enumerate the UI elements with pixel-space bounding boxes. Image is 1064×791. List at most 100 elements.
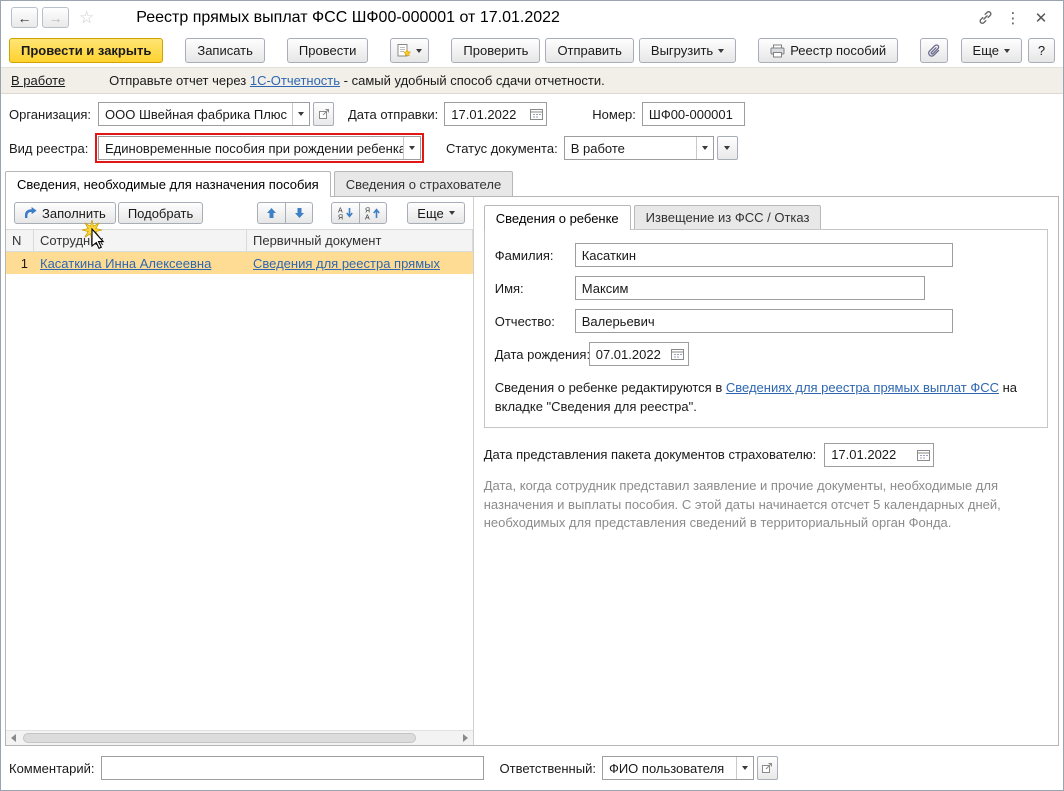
middlename-field[interactable]: Валерьевич [575,309,953,333]
col-header-document[interactable]: Первичный документ [247,230,473,251]
scrollbar-thumb[interactable] [23,733,416,743]
close-icon[interactable]: ✕ [1029,7,1053,29]
child-edit-note: Сведения о ребенке редактируются в Сведе… [495,379,1037,417]
package-date-hint: Дата, когда сотрудник представил заявлен… [484,477,1048,534]
help-button[interactable]: ? [1028,38,1055,63]
svg-text:Я: Я [365,208,370,215]
create-based-on-button[interactable] [390,38,429,63]
pick-button[interactable]: Подобрать [118,202,203,224]
scroll-right-icon[interactable] [458,731,473,745]
footer: Комментарий: Ответственный: ФИО пользова… [1,746,1063,790]
organization-open-button[interactable] [313,102,334,126]
tab-benefit-info[interactable]: Сведения, необходимые для назначения пос… [5,171,331,197]
horizontal-scrollbar[interactable] [6,730,473,745]
main-content: Заполнить Подобрать АЯ ЯА Еще N Сотрудни… [5,196,1059,746]
export-label: Выгрузить [651,43,713,58]
lastname-field[interactable]: Касаткин [575,243,953,267]
send-date-label: Дата отправки: [348,107,438,122]
back-button[interactable]: ← [11,7,38,28]
forward-button[interactable]: → [42,7,69,28]
doc-status-dropdown-icon[interactable] [696,137,713,159]
reporting-service-link[interactable]: 1С-Отчетность [250,73,340,88]
open-icon [318,108,330,120]
tab-fss-notice[interactable]: Извещение из ФСС / Отказ [634,205,822,229]
employee-link[interactable]: Касаткина Инна Алексеевна [40,256,211,271]
lastname-label: Фамилия: [495,248,575,263]
infobar-text-after: - самый удобный способ сдачи отчетности. [344,73,605,88]
birthdate-calendar-icon[interactable] [668,343,688,365]
get-link-icon[interactable] [973,7,997,29]
package-date-field[interactable]: 17.01.2022 [824,443,934,467]
status-infobar: В работе Отправьте отчет через 1С-Отчетн… [1,67,1063,94]
organization-label: Организация: [9,107,98,122]
benefits-registry-label: Реестр пособий [790,43,886,58]
table-row[interactable]: 1 Касаткина Инна Алексеевна Сведения для… [6,252,473,274]
sort-asc-icon: АЯ [338,206,354,220]
toolbar-more-button[interactable]: Еще [961,38,1022,63]
details-panel: Сведения о ребенке Извещение из ФСС / От… [474,197,1058,745]
registry-info-link[interactable]: Сведениях для реестра прямых выплат ФСС [726,380,999,395]
doc-status-list-button[interactable] [717,136,738,160]
paperclip-icon [927,43,941,59]
svg-text:Я: Я [338,215,343,221]
export-button[interactable]: Выгрузить [639,38,736,63]
dropdown-arrow-icon [449,211,455,215]
move-up-button[interactable] [257,202,285,224]
attachments-button[interactable] [920,38,948,63]
responsible-combo[interactable]: ФИО пользователя [602,756,754,780]
package-date-calendar-icon[interactable] [913,444,933,466]
post-and-close-button[interactable]: Провести и закрыть [9,38,163,63]
organization-dropdown-icon[interactable] [292,103,309,125]
main-tabs: Сведения, необходимые для назначения пос… [1,170,1063,196]
responsible-open-button[interactable] [757,756,778,780]
save-button[interactable]: Записать [185,38,265,63]
post-and-close-label: Провести и закрыть [21,43,151,58]
organization-value: ООО Швейная фабрика Плюс [105,107,292,122]
responsible-dropdown-icon[interactable] [736,757,753,779]
table-more-button[interactable]: Еще [407,202,464,224]
infobar-text-before: Отправьте отчет через [109,73,246,88]
firstname-field[interactable]: Максим [575,276,925,300]
fill-button[interactable]: Заполнить [14,202,116,224]
benefits-registry-button[interactable]: Реестр пособий [758,38,898,63]
scroll-left-icon[interactable] [6,731,21,745]
send-date-field[interactable]: 17.01.2022 [444,102,547,126]
header-form: Организация: ООО Швейная фабрика Плюс Да… [1,94,1063,170]
arrow-up-icon [266,207,277,219]
pick-label: Подобрать [128,206,193,221]
number-field[interactable]: ШФ00-000001 [642,102,745,126]
document-state-link[interactable]: В работе [11,73,65,88]
move-down-button[interactable] [285,202,313,224]
dropdown-arrow-icon [1004,49,1010,53]
organization-combo[interactable]: ООО Швейная фабрика Плюс [98,102,310,126]
send-date-calendar-icon[interactable] [526,103,546,125]
sort-asc-button[interactable]: АЯ [331,202,359,224]
firstname-value: Максим [582,281,924,296]
sort-desc-icon: ЯА [365,206,381,220]
scrollbar-track[interactable] [21,731,458,745]
registry-kind-dropdown-icon[interactable] [403,137,420,159]
registry-kind-value: Единовременные пособия при рождении ребе… [105,141,403,156]
tab-child-info[interactable]: Сведения о ребенке [484,205,631,230]
check-button[interactable]: Проверить [451,38,540,63]
comment-input[interactable] [101,756,484,780]
favorite-star-icon[interactable]: ☆ [79,8,94,28]
send-date-value: 17.01.2022 [451,107,526,122]
arrow-down-icon [294,207,305,219]
birthdate-field[interactable]: 07.01.2022 [589,342,689,366]
tab-insurer-info[interactable]: Сведения о страхователе [334,171,513,196]
col-header-n[interactable]: N [6,230,34,251]
source-document-link[interactable]: Сведения для реестра прямых [253,256,440,271]
doc-status-combo[interactable]: В работе [564,136,714,160]
kebab-menu-icon[interactable]: ⋮ [1001,7,1025,29]
document-star-icon [397,43,411,58]
registry-kind-combo[interactable]: Единовременные пособия при рождении ребе… [98,136,421,160]
send-button[interactable]: Отправить [545,38,633,63]
comment-label: Комментарий: [9,761,95,776]
col-header-employee[interactable]: Сотрудник [34,230,247,251]
package-date-row: Дата представления пакета документов стр… [484,443,1048,467]
row-number-cell: 1 [6,252,34,274]
post-button[interactable]: Провести [287,38,369,63]
sort-desc-button[interactable]: ЯА [359,202,387,224]
window-title: Реестр прямых выплат ФСС ШФ00-000001 от … [136,9,560,27]
